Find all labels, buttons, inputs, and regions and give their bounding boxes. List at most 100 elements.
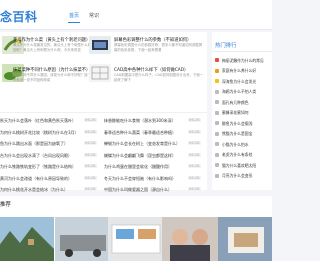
rank-badge	[215, 100, 219, 104]
ranking-item[interactable]: 面孔有几种颜色	[215, 98, 272, 108]
rank-badge	[215, 110, 219, 115]
list-item[interactable]: 春季适合种什么蔬菜（春季最适合种植） 06-28	[104, 128, 207, 140]
article-date: 06-28	[83, 187, 97, 191]
rank-badge	[215, 89, 219, 94]
list-item[interactable]: 为什么铁路铁轨变形了（铁路是什么结构） 06-28	[0, 162, 103, 174]
article-list-left: 秋天为什么会落叶（红色和黄色秋天落叶） 06-28 为何什么桃树开花比较（桃树为什么…	[0, 116, 103, 208]
article-link[interactable]: 抹香鲸能吃什么食物（潜水到300米深）	[104, 118, 184, 124]
ranking-item[interactable]: 深海鱼为什么会发光	[215, 77, 272, 87]
recommend-image[interactable]	[162, 217, 218, 261]
nav-active-indicator	[68, 22, 80, 23]
article-date: 06-28	[187, 187, 201, 191]
ranking-link[interactable]: 老虎为什么有条纹	[222, 152, 272, 158]
article-date: 06-28	[83, 175, 97, 180]
rank-badge	[215, 163, 219, 167]
rank-badge	[215, 58, 219, 62]
article-link[interactable]: 为何什么桃花开水是会结冰（为什么）	[0, 187, 80, 193]
article-date: 06-28	[83, 141, 97, 145]
ranking-link[interactable]: 梅丽泥鳅作为什么的常见	[222, 58, 272, 64]
article-link[interactable]: 为什么鸡蛋在醋里会软化（醋酸作用）	[104, 164, 184, 170]
list-item[interactable]: 蝉蜕为什么会长在树上（变态发育是什么） 06-28	[104, 139, 207, 151]
article-link[interactable]: 台为什么会出现水滴了（台风出现风眼）	[0, 153, 80, 159]
page: 念百科 首页 常识 黄瓜作为什么菜（黄头上有个刺老问题） 黄瓜作为什么菜最常见的…	[0, 0, 272, 261]
ranking-link[interactable]: 海鸥为什么不怕人类	[222, 89, 272, 95]
ranking-item[interactable]: 梅丽泥鳅作为什么的常见	[215, 56, 272, 66]
list-item[interactable]: 鱼为什么跳出水面（那是因为缺氧了） 06-28	[0, 139, 103, 151]
section-divider	[0, 112, 207, 113]
recommend-image[interactable]	[0, 217, 54, 261]
rank-badge	[215, 79, 219, 83]
list-item[interactable]: 蝴蝶为什么会翩翩飞舞（昆虫都是这样） 06-28	[104, 151, 207, 163]
article-link[interactable]: 黄河为什么会改道（有什么原因导致的）	[0, 176, 80, 182]
ranking-link[interactable]: 猫为什么喜欢晒太阳	[222, 163, 272, 169]
recommend-title: 推荐	[0, 202, 11, 208]
ranking-link[interactable]: 面孔有几种颜色	[222, 100, 272, 106]
article-list-right: 抹香鲸能吃什么食物（潜水到300米深） 06-28 春季适合种什么蔬菜（春季最适合种…	[104, 116, 207, 208]
list-item[interactable]: 台为什么会出现水滴了（台风出现风眼） 06-28	[0, 151, 103, 163]
ranking-item[interactable]: 小猫为什么怕水	[215, 140, 272, 150]
list-item[interactable]: 黄河为什么会改道（有什么原因导致的） 06-28	[0, 174, 103, 186]
sidebar: 热门排行 梅丽泥鳅作为什么的常见 家庭有什么养什么好 深海鱼为什么会发光 海鸥为什么不…	[212, 32, 272, 190]
ranking-link[interactable]: 蜜蜂采花蜜如何	[222, 110, 272, 116]
ranking-item[interactable]: 月亮为什么会变形	[215, 172, 272, 182]
nav-home[interactable]: 首页	[69, 12, 79, 19]
card-description: CAD制图高中是什么样子，CAD如何制图设计出来，下面一起来了解下	[114, 73, 204, 82]
article-date: 06-28	[187, 175, 201, 180]
rank-badge	[215, 68, 219, 73]
recommend-image[interactable]	[55, 217, 111, 261]
ranking-item[interactable]: 蜜蜂采花蜜如何	[215, 109, 272, 119]
article-date: 06-28	[187, 118, 201, 122]
ranking-link[interactable]: 小猫为什么怕水	[222, 142, 272, 148]
rank-badge	[215, 173, 219, 178]
list-item[interactable]: 为什么鸡蛋在醋里会软化（醋酸作用） 06-28	[104, 162, 207, 174]
sidebar-title: 热门排行	[215, 43, 237, 49]
article-link[interactable]: 中国为什么叫做瓷器之国（源自什么）	[104, 187, 184, 193]
ranking-link[interactable]: 熊猫为什么是国宝	[222, 131, 272, 137]
site-logo[interactable]: 念百科	[0, 8, 38, 25]
rank-badge	[215, 131, 219, 136]
ranking-link[interactable]: 家庭有什么养什么好	[222, 68, 272, 74]
list-item[interactable]: 为何什么桃花开水是会结冰（为什么） 06-28	[0, 185, 103, 197]
article-date: 06-28	[187, 152, 201, 157]
header: 念百科 首页 常识	[0, 0, 272, 30]
article-date: 06-28	[187, 164, 201, 168]
recommend-image[interactable]	[108, 217, 164, 261]
list-item[interactable]: 为何什么桃树开花比较（桃树为什么在3月） 06-28	[0, 128, 103, 140]
sidebar-divider	[212, 51, 272, 52]
ranking-link[interactable]: 深海鱼为什么会发光	[222, 79, 272, 85]
article-link[interactable]: 为何什么桃树开花比较（桃树为什么在3月）	[0, 130, 80, 136]
card-thumbnail[interactable]	[89, 64, 111, 82]
article-date: 06-28	[83, 152, 97, 157]
article-link[interactable]: 冬天为什么不会穿短袖（有什么影响吗）	[104, 176, 184, 182]
ranking-item[interactable]: 猫为什么喜欢晒太阳	[215, 161, 272, 171]
card-thumbnail[interactable]	[89, 36, 111, 54]
recommend-section: 推荐	[0, 196, 272, 261]
rank-badge	[215, 121, 219, 125]
card-description: 屏幕色彩调整什么的参数好奇，很多人都不知道如何调整屏幕的色彩参数，下面一起来看看	[114, 43, 203, 52]
article-link[interactable]: 蝉蜕为什么会长在树上（变态发育是什么）	[104, 141, 184, 147]
rank-badge	[215, 142, 219, 146]
list-item[interactable]: 中国为什么叫做瓷器之国（源自什么） 06-28	[104, 185, 207, 197]
recommend-image[interactable]	[218, 217, 272, 261]
list-item[interactable]: 抹香鲸能吃什么食物（潜水到300米深） 06-28	[104, 116, 207, 128]
article-date: 06-28	[187, 141, 201, 145]
ranking-item[interactable]: 熊猫为什么是国宝	[215, 130, 272, 140]
article-link[interactable]: 春季适合种什么蔬菜（春季最适合种植）	[104, 130, 184, 136]
list-item[interactable]: 秋天为什么会落叶（红色和黄色秋天落叶） 06-28	[0, 116, 103, 128]
main-content: 黄瓜作为什么菜（黄头上有个刺老问题） 黄瓜作为什么菜最常见的，黄瓜头上有个刺是什…	[0, 32, 207, 204]
article-date: 06-28	[187, 129, 201, 134]
ranking-item[interactable]: 家庭有什么养什么好	[215, 67, 272, 77]
article-link[interactable]: 蝴蝶为什么会翩翩飞舞（昆虫都是这样）	[104, 153, 184, 159]
article-link[interactable]: 秋天为什么会落叶（红色和黄色秋天落叶）	[0, 118, 80, 124]
ranking-item[interactable]: 老虎为什么有条纹	[215, 151, 272, 161]
article-link[interactable]: 为什么铁路铁轨变形了（铁路是什么结构）	[0, 164, 80, 170]
ranking-item[interactable]: 鲸鱼为什么会搁浅	[215, 119, 272, 129]
rank-badge	[215, 152, 219, 157]
article-date: 06-28	[83, 129, 97, 134]
ranking-link[interactable]: 月亮为什么会变形	[222, 173, 272, 179]
article-link[interactable]: 鱼为什么跳出水面（那是因为缺氧了）	[0, 141, 80, 147]
ranking-item[interactable]: 海鸥为什么不怕人类	[215, 88, 272, 98]
nav-knowledge[interactable]: 常识	[89, 12, 99, 19]
list-item[interactable]: 冬天为什么不会穿短袖（有什么影响吗） 06-28	[104, 174, 207, 186]
ranking-link[interactable]: 鲸鱼为什么会搁浅	[222, 121, 272, 127]
